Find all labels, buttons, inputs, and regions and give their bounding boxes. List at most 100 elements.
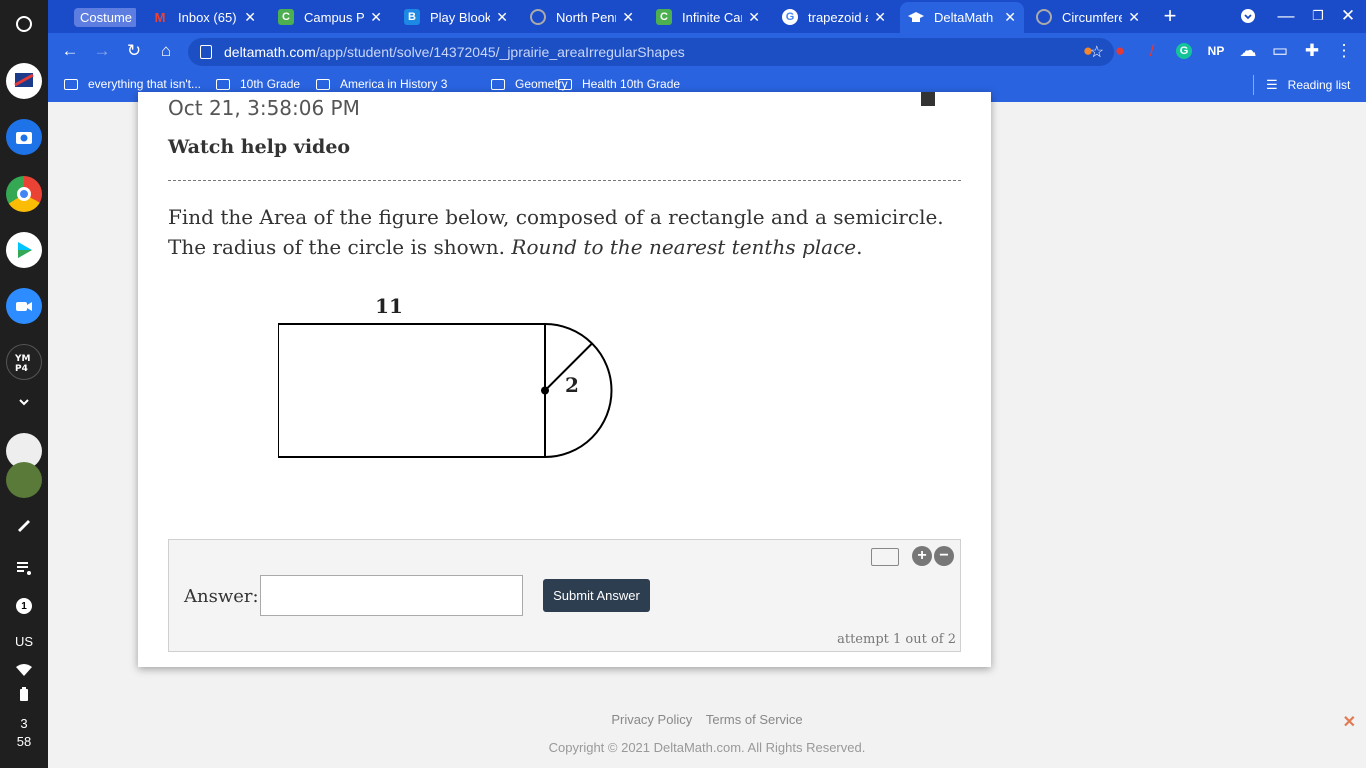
reading-list-button[interactable]: ☰ Reading list: [1266, 77, 1350, 93]
browser-toolbar: ← → ↻ ⌂ deltamath.com/app/student/solve/…: [48, 33, 1366, 69]
bookmark-folder[interactable]: Geometry: [491, 77, 568, 91]
ymp4-app-icon[interactable]: YM P4: [6, 344, 42, 380]
camera-app-icon[interactable]: [6, 119, 42, 155]
tab-strip: Costume M Inbox (65) - ✕ C Campus Po ✕ B…: [48, 0, 1366, 33]
bookmarks-divider: [1253, 75, 1254, 95]
north-penn-icon: [530, 9, 546, 25]
answer-label: Answer:: [184, 586, 259, 607]
zoom-in-icon[interactable]: +: [912, 546, 932, 566]
folder-icon: [316, 78, 330, 90]
bookmark-item[interactable]: everything that isn't...: [64, 77, 201, 91]
tab-inbox[interactable]: M Inbox (65) - ✕: [144, 3, 264, 31]
tab-infinite-campus[interactable]: C Infinite Can ✕: [648, 3, 768, 31]
folder-icon: [216, 78, 230, 90]
tab-north-penn[interactable]: North Penn ✕: [522, 3, 642, 31]
keyboard-layout[interactable]: US: [0, 634, 48, 649]
infinite-campus-icon: C: [656, 9, 672, 25]
close-icon[interactable]: ✕: [748, 9, 760, 26]
address-bar[interactable]: deltamath.com/app/student/solve/14372045…: [188, 38, 1114, 66]
clock-minute[interactable]: 58: [0, 734, 48, 749]
tab-deltamath[interactable]: DeltaMath ✕: [900, 2, 1024, 33]
bookmark-folder[interactable]: Health 10th Grade: [558, 77, 680, 91]
pen-icon[interactable]: [6, 506, 42, 542]
footer-links: Privacy Policy Terms of Service: [48, 712, 1366, 727]
os-shelf: YM P4 1 US 3 58: [0, 0, 48, 768]
terms-of-service-link[interactable]: Terms of Service: [706, 712, 803, 727]
privacy-policy-link[interactable]: Privacy Policy: [611, 712, 692, 727]
blooket-icon: B: [404, 9, 420, 25]
close-icon[interactable]: ✕: [370, 9, 382, 26]
grammarly-icon[interactable]: G: [1174, 41, 1194, 61]
bookmark-folder[interactable]: 10th Grade: [216, 77, 300, 91]
scroll-marker: [921, 92, 935, 106]
question-text: Find the Area of the figure below, compo…: [168, 205, 944, 259]
notification-badge[interactable]: 1: [16, 598, 32, 614]
close-icon[interactable]: ✕: [874, 9, 886, 26]
tab-campus[interactable]: C Campus Po ✕: [270, 3, 390, 31]
help-video-link[interactable]: Watch help video: [168, 136, 350, 158]
zoom-out-icon[interactable]: −: [934, 546, 954, 566]
extension-red-icon[interactable]: ●: [1110, 41, 1130, 61]
keyboard-icon[interactable]: [871, 548, 899, 566]
copyright-text: Copyright © 2021 DeltaMath.com. All Righ…: [548, 740, 866, 755]
cloud-extension-icon[interactable]: ☁: [1238, 41, 1258, 61]
launcher-icon[interactable]: [6, 6, 42, 42]
url-host: deltamath.com: [224, 44, 316, 60]
screencast-icon[interactable]: ▭: [1270, 41, 1290, 61]
chrome-app-icon[interactable]: [6, 176, 42, 212]
close-window-icon[interactable]: ✕: [1338, 6, 1358, 26]
graduation-cap-icon: [908, 10, 924, 26]
forward-icon[interactable]: →: [92, 41, 112, 61]
back-icon[interactable]: ←: [60, 41, 80, 61]
close-icon[interactable]: ✕: [244, 9, 256, 26]
svg-text:P4: P4: [15, 364, 28, 374]
close-icon[interactable]: ✕: [622, 9, 634, 26]
length-label: 11: [375, 294, 403, 318]
close-icon[interactable]: ✕: [1128, 9, 1140, 26]
problem-timestamp: Oct 21, 3:58:06 PM: [168, 96, 360, 120]
divider: [168, 180, 961, 181]
svg-text:YM: YM: [14, 354, 31, 364]
np-extension-icon[interactable]: NP: [1206, 41, 1226, 61]
minimize-icon[interactable]: —: [1276, 6, 1296, 26]
new-tab-icon[interactable]: +: [1160, 3, 1180, 28]
playlist-icon[interactable]: [6, 550, 42, 586]
tab-search-icon[interactable]: [1238, 6, 1258, 26]
tab-google-search[interactable]: G trapezoid a ✕: [774, 3, 894, 31]
google-icon: G: [782, 9, 798, 25]
problem-card: Oct 21, 3:58:06 PM Watch help video Find…: [138, 92, 991, 667]
tab-circumference[interactable]: Circumfere ✕: [1028, 3, 1148, 31]
campus-icon: C: [278, 9, 294, 25]
rectangle-shape: [278, 323, 546, 458]
more-menu-icon[interactable]: ⋮: [1334, 41, 1354, 61]
question-emphasis: Round to the nearest tenths place: [511, 235, 857, 259]
answer-input[interactable]: [260, 575, 523, 616]
extension-icon[interactable]: ●: [1078, 41, 1098, 61]
restore-icon[interactable]: ❐: [1308, 6, 1328, 26]
puzzle-extensions-icon[interactable]: ✚: [1302, 41, 1322, 61]
app-shortcut-icon[interactable]: [6, 63, 42, 99]
tab-blooket[interactable]: B Play Blooke ✕: [396, 3, 516, 31]
reload-icon[interactable]: ↻: [124, 41, 144, 61]
clock-hour[interactable]: 3: [0, 716, 48, 731]
close-icon[interactable]: ✕: [496, 9, 508, 26]
page-icon: [64, 78, 78, 90]
site-info-icon[interactable]: [200, 45, 212, 59]
tab-costume[interactable]: Costume: [66, 3, 136, 31]
submit-answer-button[interactable]: Submit Answer: [543, 579, 650, 612]
answer-panel: + − Answer: Submit Answer attempt 1 out …: [168, 539, 961, 652]
close-icon[interactable]: ✕: [1004, 9, 1016, 26]
page-content: Oct 21, 3:58:06 PM Watch help video Find…: [48, 92, 1366, 768]
home-icon[interactable]: ⌂: [156, 41, 176, 61]
tab-group-label[interactable]: Costume: [74, 7, 136, 27]
chevron-down-icon[interactable]: [6, 384, 42, 420]
play-store-icon[interactable]: [6, 232, 42, 268]
url-path: /app/student/solve/14372045/_jprairie_ar…: [315, 44, 685, 60]
close-icon[interactable]: ✕: [1343, 712, 1356, 732]
zoom-app-icon[interactable]: [6, 288, 42, 324]
pen-extension-icon[interactable]: /: [1142, 41, 1162, 61]
bookmark-folder[interactable]: America in History 3: [316, 77, 447, 91]
battery-icon[interactable]: [6, 676, 42, 712]
area-figure: 11 2: [278, 294, 613, 458]
user-avatar-secondary[interactable]: [6, 462, 42, 498]
